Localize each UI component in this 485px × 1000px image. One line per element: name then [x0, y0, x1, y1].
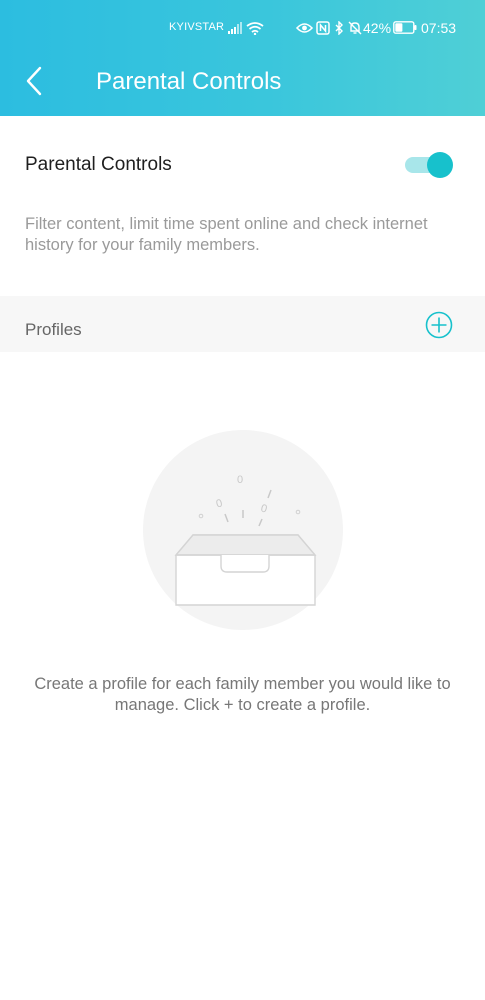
- carrier-label: KYIVSTAR: [169, 21, 225, 33]
- parental-controls-toggle[interactable]: [405, 152, 453, 178]
- status-icons: [228, 18, 362, 38]
- parental-controls-section: Parental Controls Filter content, limit …: [0, 116, 485, 296]
- profiles-header: Profiles: [0, 296, 485, 352]
- add-profile-button[interactable]: [425, 311, 453, 339]
- back-button[interactable]: [22, 64, 52, 98]
- empty-state-illustration: 0 0 0: [143, 430, 343, 630]
- nfc-icon: [316, 21, 330, 35]
- illustration-glyph: 0: [237, 474, 243, 486]
- battery-percent: 42%: [363, 20, 392, 36]
- title-bar: Parental Controls: [0, 46, 485, 116]
- parental-controls-description: Filter content, limit time spent online …: [25, 215, 428, 254]
- clock: 07:53: [421, 20, 457, 36]
- parental-controls-label: Parental Controls: [25, 154, 172, 175]
- bluetooth-icon: [335, 21, 343, 35]
- battery-icon: [393, 21, 417, 34]
- profiles-label: Profiles: [25, 320, 82, 339]
- bell-off-icon: [348, 21, 362, 35]
- eye-icon: [296, 23, 313, 33]
- empty-box-icon: 0 0 0: [143, 430, 343, 630]
- app-header: KYIVSTAR 42% 07:53 Parental Controls: [0, 0, 485, 116]
- signal-icon: [228, 22, 242, 34]
- empty-state-message: Create a profile for each family member …: [34, 675, 451, 714]
- status-bar: KYIVSTAR 42% 07:53: [0, 0, 485, 46]
- plus-circle-icon: [425, 311, 453, 339]
- toggle-knob: [427, 152, 453, 178]
- page-title: Parental Controls: [96, 68, 282, 95]
- wifi-icon: [246, 22, 264, 35]
- chevron-left-icon: [26, 66, 42, 96]
